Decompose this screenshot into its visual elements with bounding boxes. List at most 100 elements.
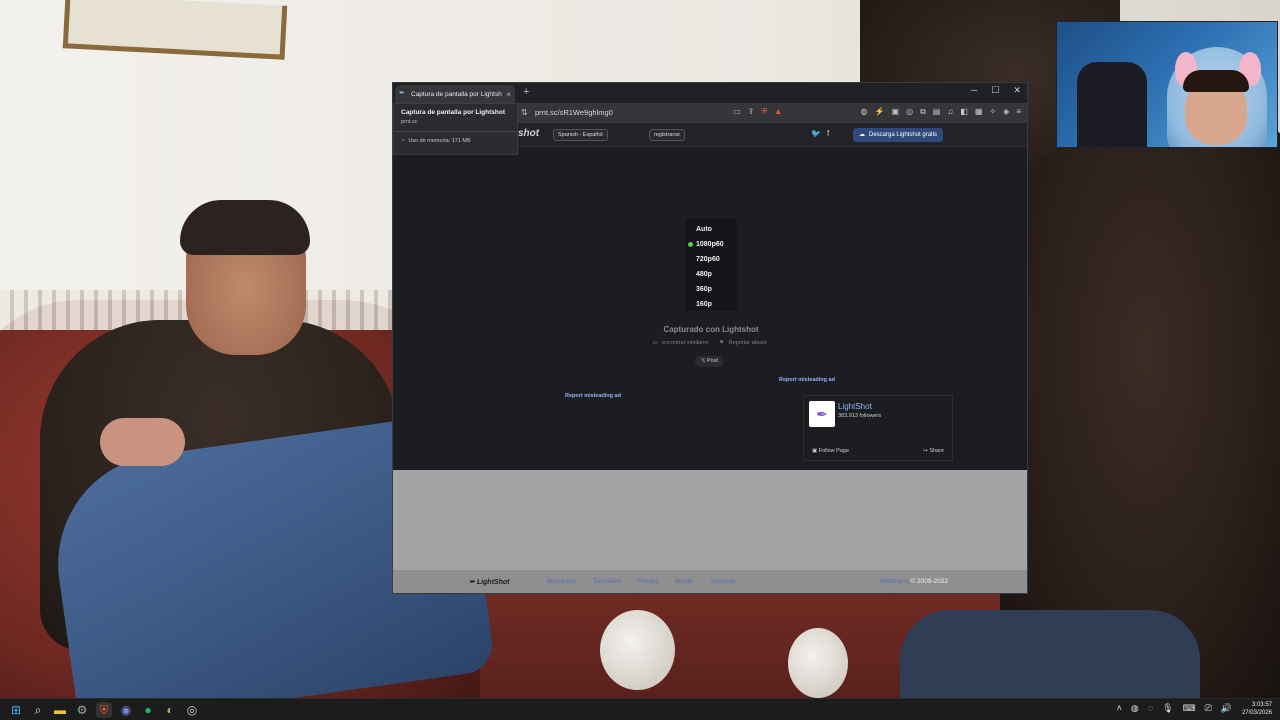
- title-bar: ✒ Captura de pantalla por Lightshot × + …: [393, 83, 1027, 103]
- vpn-icon[interactable]: ◈: [1003, 107, 1009, 117]
- extensions-bar: ◍ ⚡ ▣ ◎ ⧉ ▤ ♫ ◧ ▦ ✧ ◈ ≡: [861, 107, 1021, 117]
- selected-dot-icon: [688, 242, 693, 247]
- cast-icon[interactable]: ▭: [733, 107, 741, 117]
- footer-link-privacy[interactable]: Privacy: [638, 578, 659, 585]
- quality-label: 720p60: [696, 256, 720, 263]
- maximize-icon[interactable]: ☐: [991, 85, 999, 96]
- quality-option[interactable]: 480p: [685, 267, 737, 282]
- volume-icon[interactable]: 🔊: [1221, 703, 1232, 714]
- extension-icon[interactable]: ◍: [861, 107, 868, 117]
- footer-logo[interactable]: ✒ LightShot: [469, 578, 509, 586]
- extension-icon[interactable]: ◎: [906, 107, 913, 117]
- tab-hover-card: Captura de pantalla por Lightshot prnt.s…: [393, 103, 518, 155]
- lightshot-logo[interactable]: shot: [518, 128, 539, 139]
- share-button[interactable]: ↪ Share: [923, 448, 944, 454]
- follow-label: Follow Page: [818, 448, 850, 454]
- brave-browser-icon[interactable]: ⛨: [96, 702, 112, 718]
- captured-caption: Capturado con Lightshot: [663, 325, 759, 334]
- foreground-man-jeans: [900, 610, 1200, 698]
- twitter-icon[interactable]: 🐦: [811, 129, 821, 138]
- search-icon[interactable]: ⌕: [30, 702, 46, 718]
- minimize-icon[interactable]: ─: [971, 85, 977, 96]
- fb-followers: 383,913 followers: [838, 413, 882, 419]
- post-label: Post: [706, 358, 718, 364]
- facebook-icon[interactable]: f: [827, 129, 829, 138]
- quality-option[interactable]: 160p: [685, 297, 737, 312]
- site-settings-icon[interactable]: ⇅: [521, 108, 528, 117]
- app-icon[interactable]: ◐: [162, 702, 178, 718]
- web-page: shot Spanish - Español registrarse 🐦 f ☁…: [393, 123, 1027, 593]
- fb-page-name[interactable]: LightShot: [838, 402, 872, 411]
- address-bar[interactable]: prnt.sc/sR1We9ghlmg0: [535, 108, 613, 117]
- quality-option-selected[interactable]: 1080p60: [685, 237, 737, 252]
- x-post-button[interactable]: 𝕏 Post: [695, 356, 724, 367]
- window-controls: ─ ☐ ✕: [971, 85, 1021, 96]
- tray-app-icon[interactable]: ◌: [1148, 703, 1153, 714]
- microphone-icon[interactable]: 🎙: [1162, 703, 1173, 714]
- extension-icon[interactable]: ▣: [892, 107, 900, 117]
- report-abuse-link[interactable]: ⚑ Reportar abuso: [719, 340, 769, 346]
- tab-title: Captura de pantalla por Lightshot: [411, 90, 503, 98]
- footer-link-advertise[interactable]: anunciar: [711, 578, 736, 585]
- footer-link-download[interactable]: descargar: [547, 578, 576, 585]
- quality-option[interactable]: Auto: [685, 222, 737, 237]
- leo-icon[interactable]: ✧: [989, 107, 996, 117]
- obs-icon[interactable]: ◎: [184, 702, 200, 718]
- extensions-puzzle-icon[interactable]: ⧉: [920, 107, 926, 117]
- download-cloud-icon: ☁: [859, 132, 865, 138]
- register-button[interactable]: registrarse: [649, 129, 685, 141]
- download-button[interactable]: ☁ Descarga Lightshot gratis: [853, 128, 944, 142]
- discord-icon[interactable]: ◉: [118, 702, 134, 718]
- hover-card-memory: ◔ Uso de memoria: 171 MB: [401, 138, 510, 144]
- menu-icon[interactable]: ≡: [1016, 107, 1021, 117]
- screenshot-icon[interactable]: ▤: [933, 107, 941, 117]
- brave-rewards-icon[interactable]: ▲: [774, 107, 782, 117]
- brave-shields-icon[interactable]: ⛨: [761, 107, 767, 117]
- active-tab[interactable]: ✒ Captura de pantalla por Lightshot ×: [395, 85, 515, 103]
- hover-card-title: Captura de pantalla por Lightshot: [401, 109, 506, 116]
- report-abuse-label: Reportar abuso: [728, 340, 767, 346]
- lightshot-feather-icon[interactable]: ✒: [809, 401, 835, 427]
- footer-logo-text: LightShot: [476, 579, 510, 586]
- taskbar: ⊞ ⌕ ▬ ⚙ ⛨ ◉ ● ◐ ◎ ˄ ◍ ◌ 🎙 ⌨ ⎚ 🔊 3:03:57 …: [0, 698, 1280, 720]
- quality-option[interactable]: 720p60: [685, 252, 737, 267]
- page-footer: ✒ LightShot descargar Tutoriales Privacy…: [393, 570, 1027, 593]
- extension-icon[interactable]: ⚡: [875, 107, 885, 117]
- company-link[interactable]: Skillbrains: [879, 578, 909, 585]
- file-explorer-icon[interactable]: ▬: [52, 702, 68, 718]
- spotify-icon[interactable]: ●: [140, 702, 156, 718]
- new-tab-button[interactable]: +: [523, 86, 529, 98]
- divider: [394, 131, 517, 132]
- music-icon[interactable]: ♫: [947, 107, 953, 117]
- wallet-icon[interactable]: ▦: [975, 107, 983, 117]
- follow-page-button[interactable]: ▣ Follow Page: [812, 448, 849, 454]
- lightshot-favicon-icon: ✒: [399, 90, 405, 97]
- network-icon[interactable]: ⎚: [1205, 703, 1212, 714]
- seated-man-hand: [100, 418, 185, 466]
- memory-icon: ◔: [401, 138, 405, 144]
- quality-label: 480p: [696, 271, 712, 278]
- system-clock[interactable]: 3:03:57 27/03/2026: [1242, 701, 1272, 717]
- close-tab-icon[interactable]: ×: [506, 90, 511, 99]
- share-icon[interactable]: ⇪: [748, 107, 755, 117]
- quality-option[interactable]: 360p: [685, 282, 737, 297]
- close-window-icon[interactable]: ✕: [1013, 85, 1021, 96]
- tray-overflow-icon[interactable]: ˄: [1117, 703, 1122, 714]
- keyboard-icon[interactable]: ⌨: [1183, 703, 1196, 714]
- report-ad-link[interactable]: Report misleading ad: [779, 377, 835, 383]
- gaming-chair: [1077, 62, 1147, 147]
- report-ad-link[interactable]: Report misleading ad: [565, 393, 621, 399]
- share-label: Share: [929, 448, 944, 454]
- footer-link-help[interactable]: ayuda: [675, 578, 693, 585]
- footer-link-tutorials[interactable]: Tutoriales: [593, 578, 621, 585]
- streamer-hair: [1183, 70, 1249, 92]
- hover-card-domain: prnt.sc: [401, 119, 418, 125]
- tray-app-icon[interactable]: ◍: [1131, 703, 1139, 714]
- settings-icon[interactable]: ⚙: [74, 702, 90, 718]
- language-select[interactable]: Spanish - Español: [553, 129, 608, 141]
- sidebar-icon[interactable]: ◧: [960, 107, 968, 117]
- image-actions: ▭ encontrar similares ⚑ Reportar abuso: [393, 340, 1027, 346]
- clock-time: 3:03:57: [1251, 702, 1272, 708]
- find-similar-link[interactable]: ▭ encontrar similares: [652, 340, 711, 346]
- windows-start-icon[interactable]: ⊞: [8, 702, 24, 718]
